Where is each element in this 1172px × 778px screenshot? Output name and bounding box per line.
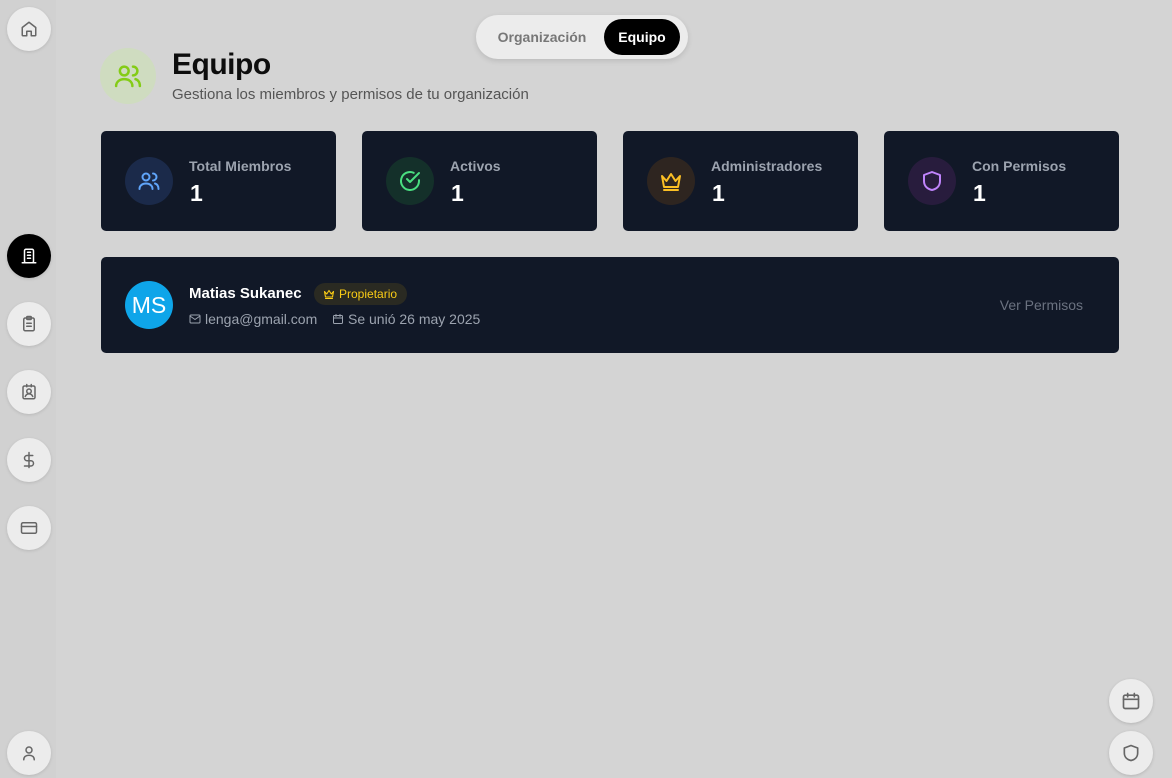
shield-icon [923, 171, 941, 191]
sidebar-item-organization[interactable] [7, 234, 51, 278]
security-button[interactable] [1109, 731, 1153, 775]
stat-label: Total Miembros [189, 158, 292, 174]
page-subtitle: Gestiona los miembros y permisos de tu o… [172, 86, 529, 103]
calendar-button[interactable] [1109, 679, 1153, 723]
sidebar-item-tasks[interactable] [7, 302, 51, 346]
stat-label: Con Permisos [972, 158, 1067, 174]
mail-icon [189, 314, 201, 324]
check-circle-icon [400, 171, 420, 191]
header-icon [100, 48, 156, 104]
stat-card-active: Activos 1 [362, 131, 597, 231]
crown-icon [661, 173, 681, 191]
sidebar-item-home[interactable] [7, 7, 51, 51]
users-icon [114, 65, 142, 88]
stat-value: 1 [451, 180, 464, 206]
member-row: MS Matias Sukanec Propietario lenga@gmai… [101, 257, 1119, 353]
stat-label: Administradores [711, 158, 823, 174]
member-email: lenga@gmail.com [189, 311, 317, 327]
sidebar [0, 0, 56, 778]
home-icon [21, 21, 37, 37]
stat-card-total-members: Total Miembros 1 [101, 131, 336, 231]
member-name: Matias Sukanec [189, 285, 302, 302]
view-toggle: Organización Equipo [476, 15, 688, 59]
email-text: lenga@gmail.com [205, 311, 318, 327]
sidebar-item-payments[interactable] [7, 506, 51, 550]
clipboard-icon [23, 315, 35, 332]
credit-card-icon [20, 522, 38, 534]
sidebar-item-finance[interactable] [7, 438, 51, 482]
stat-icon-wrap [647, 157, 695, 205]
role-badge: Propietario [314, 283, 408, 305]
stat-icon-wrap [908, 157, 956, 205]
stat-card-with-permissions: Con Permisos 1 [884, 131, 1119, 231]
stat-value: 1 [190, 180, 203, 206]
shield-icon [1123, 744, 1139, 762]
member-joined: Se unió 26 may 2025 [332, 311, 480, 327]
sidebar-item-profile[interactable] [7, 731, 51, 775]
stat-icon-wrap [125, 157, 173, 205]
page-title: Equipo [172, 48, 271, 81]
crown-icon [323, 289, 335, 300]
contact-badge-icon [22, 383, 36, 400]
view-permissions-button[interactable]: Ver Permisos [1000, 297, 1083, 313]
users-icon [138, 172, 160, 190]
stat-card-admins: Administradores 1 [623, 131, 858, 231]
user-icon [23, 746, 35, 761]
sidebar-item-contacts[interactable] [7, 370, 51, 414]
stat-label: Activos [450, 158, 501, 174]
stat-icon-wrap [386, 157, 434, 205]
avatar: MS [125, 281, 173, 329]
stat-value: 1 [973, 180, 986, 206]
calendar-icon [1122, 692, 1140, 710]
stat-value: 1 [712, 180, 725, 206]
role-label: Propietario [339, 287, 398, 301]
building-icon [21, 248, 37, 264]
tab-organizacion[interactable]: Organización [480, 19, 604, 55]
dollar-icon [23, 451, 35, 469]
joined-text: Se unió 26 may 2025 [348, 311, 481, 327]
calendar-icon [333, 314, 343, 324]
tab-equipo[interactable]: Equipo [604, 19, 680, 55]
